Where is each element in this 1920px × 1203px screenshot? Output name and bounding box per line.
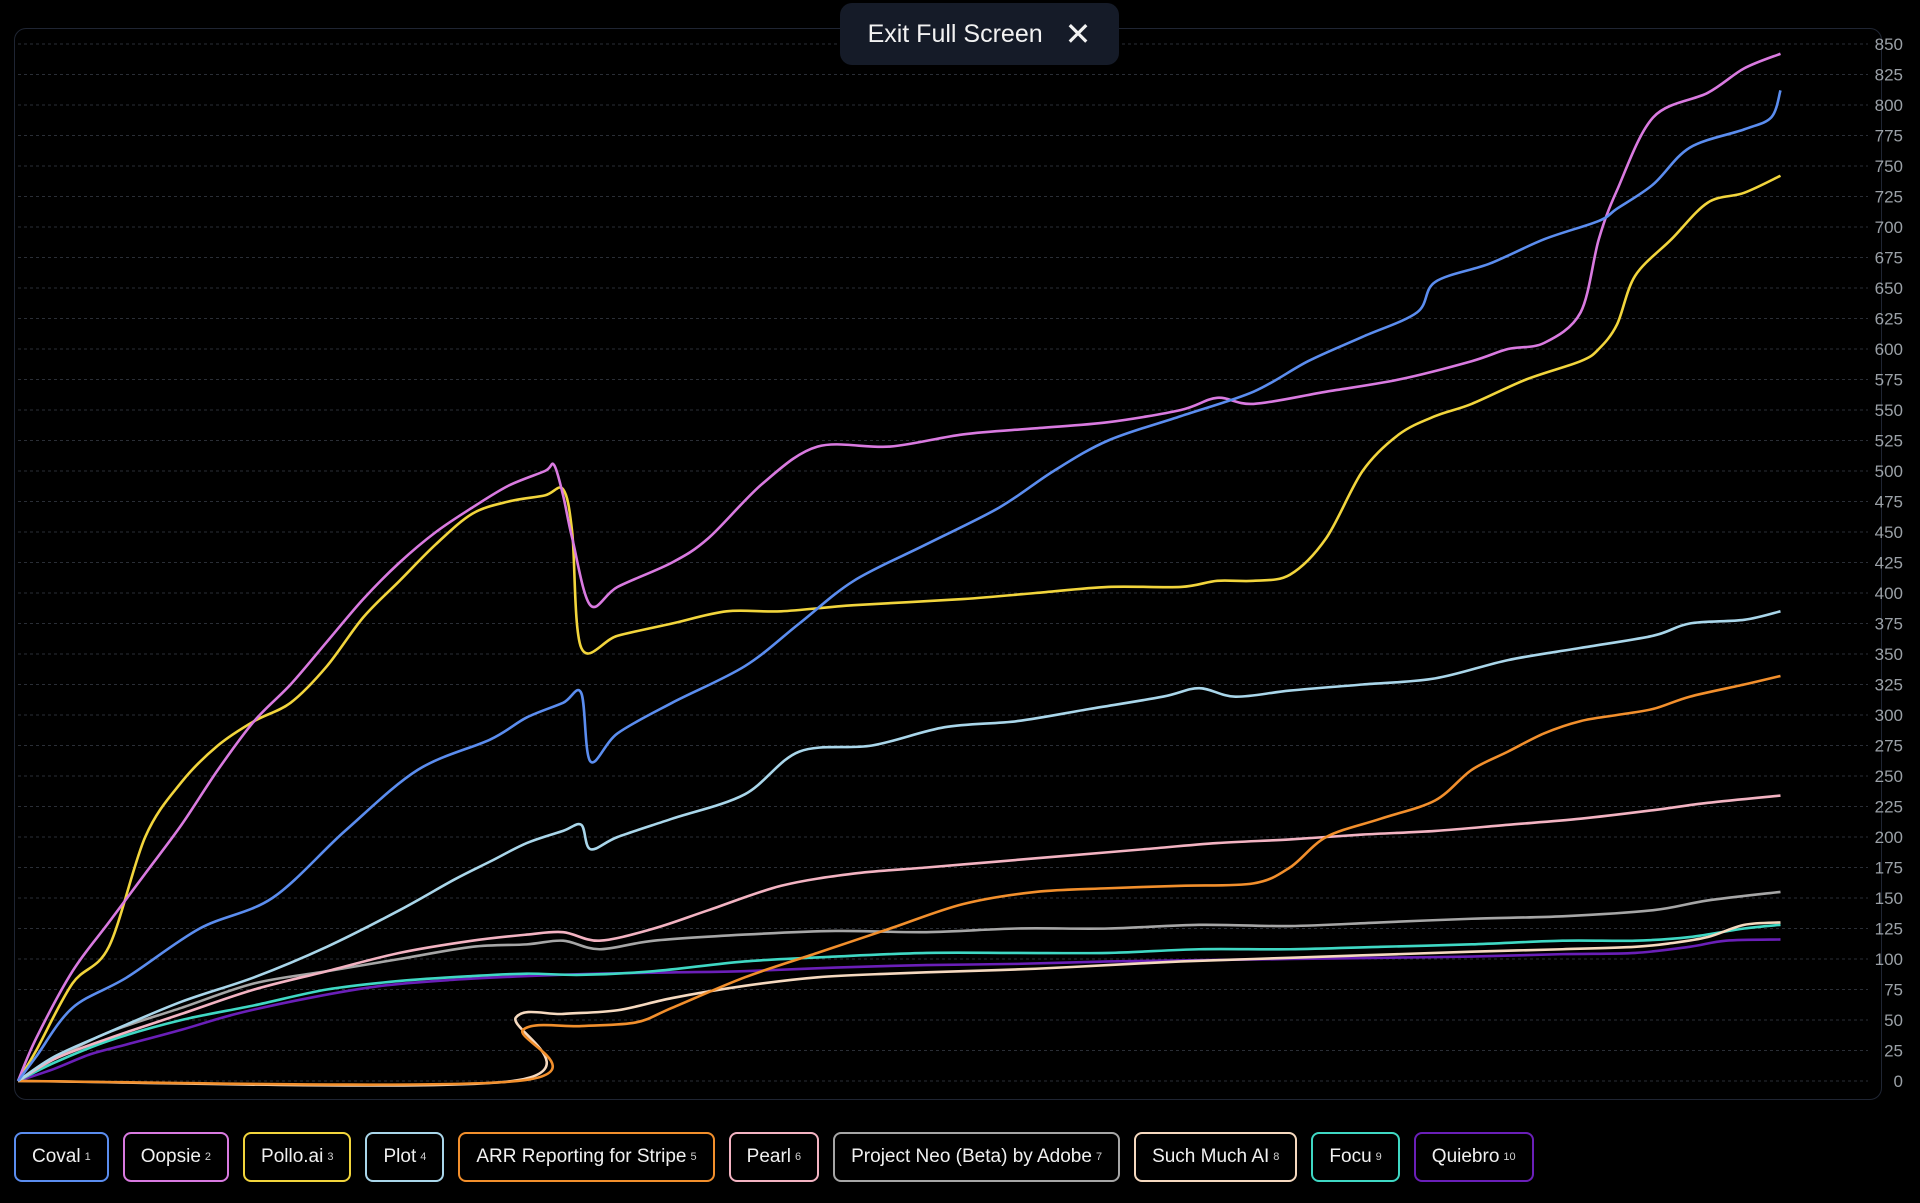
y-tick-label: 300: [1875, 706, 1903, 725]
y-tick-label: 125: [1875, 920, 1903, 939]
exit-full-screen-label: Exit Full Screen: [867, 19, 1043, 48]
legend-rank: 2: [204, 1151, 212, 1163]
series-line-quiebro[interactable]: [17, 938, 1781, 1083]
legend-label: Coval: [32, 1146, 81, 1167]
y-tick-label: 25: [1884, 1042, 1903, 1061]
y-tick-label: 400: [1875, 584, 1903, 603]
y-tick-label: 850: [1875, 35, 1903, 54]
y-tick-label: 225: [1875, 798, 1903, 817]
legend-rank: 7: [1095, 1151, 1103, 1163]
legend: Coval 1 Oopsie 2 Pollo.ai 3 Plot 4 ARR Reporting…: [14, 1132, 1534, 1182]
line-chart: 0 25 50 75 100 125 150 175 200 225 250 275 300 325 350…: [16, 35, 1903, 1091]
legend-item-such-much-ai[interactable]: Such Much AI 8: [1134, 1132, 1298, 1182]
series-line-project-neo-beta-by-adobe[interactable]: [17, 890, 1781, 1083]
series-line-pollo-ai[interactable]: [16, 174, 1782, 1082]
y-tick-label: 500: [1875, 462, 1903, 481]
y-tick-label: 0: [1894, 1072, 1903, 1091]
y-tick-label: 700: [1875, 218, 1903, 237]
y-tick-label: 775: [1875, 127, 1903, 146]
y-tick-label: 375: [1875, 615, 1903, 634]
series-line-oopsie[interactable]: [16, 52, 1781, 1082]
legend-rank: 6: [795, 1151, 802, 1163]
legend-item-quiebro[interactable]: Quiebro 10: [1413, 1132, 1534, 1182]
legend-rank: 9: [1375, 1151, 1382, 1163]
y-tick-label: 100: [1875, 950, 1903, 969]
y-tick-label: 275: [1875, 737, 1903, 756]
legend-label: ARR Reporting for Stripe: [476, 1146, 687, 1167]
legend-label: Such Much AI: [1152, 1146, 1270, 1167]
series-line-arr-reporting-for-stripe[interactable]: [17, 674, 1781, 1086]
y-tick-label: 600: [1875, 340, 1903, 359]
legend-item-project-neo-beta-by-adobe[interactable]: Project Neo (Beta) by Adobe 7: [833, 1132, 1121, 1182]
legend-rank: 3: [327, 1151, 334, 1163]
y-tick-label: 75: [1884, 981, 1903, 1000]
legend-item-pearl[interactable]: Pearl 6: [728, 1132, 820, 1182]
legend-label: Focu: [1329, 1146, 1372, 1167]
legend-label: Pollo.ai: [261, 1146, 324, 1167]
y-tick-label: 450: [1875, 523, 1903, 542]
legend-rank: 5: [690, 1151, 697, 1163]
y-tick-label: 675: [1875, 249, 1903, 268]
series-line-plot[interactable]: [17, 610, 1781, 1083]
y-tick-label: 475: [1875, 493, 1903, 512]
legend-label: Quiebro: [1431, 1146, 1500, 1167]
y-tick-label: 625: [1875, 310, 1903, 329]
exit-full-screen-button[interactable]: Exit Full Screen ✕: [840, 3, 1119, 65]
y-tick-label: 150: [1875, 889, 1903, 908]
legend-rank: 10: [1503, 1151, 1516, 1163]
y-tick-label: 175: [1875, 859, 1903, 878]
y-tick-label: 575: [1875, 371, 1903, 390]
legend-label: Plot: [383, 1146, 417, 1167]
legend-item-plot[interactable]: Plot 4: [365, 1132, 445, 1182]
y-tick-label: 550: [1875, 401, 1903, 420]
y-tick-label: 525: [1875, 432, 1903, 451]
y-tick-label: 800: [1875, 96, 1903, 115]
y-tick-label: 750: [1875, 157, 1903, 176]
y-tick-label: 250: [1875, 767, 1903, 786]
legend-item-oopsie[interactable]: Oopsie 2: [122, 1132, 230, 1182]
legend-label: Project Neo (Beta) by Adobe: [851, 1146, 1092, 1167]
y-tick-label: 50: [1884, 1011, 1903, 1030]
y-tick-label: 350: [1875, 645, 1903, 664]
y-tick-label: 825: [1875, 66, 1903, 85]
legend-item-coval[interactable]: Coval 1: [14, 1132, 109, 1182]
legend-item-arr-reporting-for-stripe[interactable]: ARR Reporting for Stripe 5: [458, 1132, 715, 1182]
legend-item-focu[interactable]: Focu 9: [1311, 1132, 1400, 1182]
series-line-pearl[interactable]: [17, 794, 1781, 1083]
y-tick-label: 725: [1875, 188, 1903, 207]
legend-item-pollo-ai[interactable]: Pollo.ai 3: [243, 1132, 352, 1182]
close-icon: ✕: [1064, 16, 1092, 52]
legend-label: Pearl: [746, 1146, 791, 1167]
y-tick-label: 425: [1875, 554, 1903, 573]
y-tick-label: 325: [1875, 676, 1903, 695]
y-tick-label: 650: [1875, 279, 1903, 298]
legend-rank: 4: [420, 1151, 427, 1163]
legend-label: Oopsie: [140, 1146, 201, 1167]
legend-rank: 1: [84, 1151, 91, 1163]
legend-rank: 8: [1273, 1151, 1280, 1163]
y-tick-label: 200: [1875, 828, 1903, 847]
